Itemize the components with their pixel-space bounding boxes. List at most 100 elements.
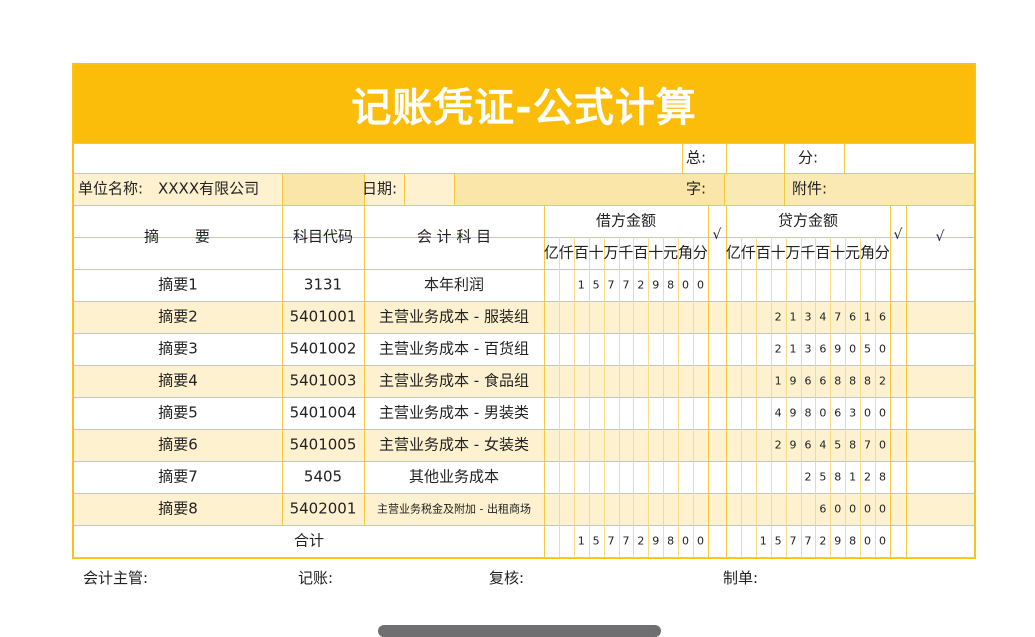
credit-digit: 6 — [819, 502, 827, 516]
credit-unit-label: 千 — [800, 243, 816, 262]
grid-line — [74, 143, 974, 144]
credit-digit: 4 — [819, 438, 827, 452]
zi-attach-cell — [724, 173, 974, 205]
credit-digit: 8 — [878, 470, 886, 484]
grid-line — [633, 237, 635, 557]
credit-digit: 0 — [849, 342, 857, 356]
grid-line — [74, 301, 974, 302]
header-credit-check: √ — [893, 227, 903, 243]
credit-digit: 8 — [849, 374, 857, 388]
credit-unit-label: 亿 — [725, 243, 741, 262]
credit-digit: 8 — [864, 374, 872, 388]
total-debit-digit: 1 — [577, 534, 585, 548]
grid-line — [784, 173, 785, 205]
credit-digit: 8 — [834, 470, 842, 484]
horizontal-scrollbar[interactable] — [378, 625, 661, 637]
grid-line — [708, 205, 709, 557]
credit-digit: 8 — [834, 374, 842, 388]
row-account-subject: 主营业务成本 - 服装组 — [379, 307, 529, 326]
credit-digit: 6 — [849, 310, 857, 324]
table-row — [74, 269, 974, 301]
credit-digit: 2 — [804, 470, 812, 484]
debit-digit: 1 — [577, 278, 585, 292]
row-summary: 摘要2 — [158, 307, 198, 326]
sign-prepared-by: 制单: — [723, 569, 759, 587]
grid-line — [800, 237, 802, 557]
signature-row: 会计主管: 记账: 复核: 制单: — [83, 567, 983, 587]
credit-unit-label: 元 — [845, 243, 861, 262]
debit-unit-label: 元 — [663, 243, 679, 262]
grid-line — [74, 397, 974, 398]
row-account-subject: 主营业务成本 - 男装类 — [379, 403, 529, 422]
total-label: 合计 — [293, 531, 325, 550]
credit-digit: 0 — [864, 502, 872, 516]
grid-line — [603, 237, 605, 557]
grid-line — [740, 237, 742, 557]
credit-digit: 6 — [804, 438, 812, 452]
grid-line — [784, 143, 785, 173]
credit-digit: 0 — [878, 502, 886, 516]
grid-line — [906, 205, 907, 557]
grid-line — [573, 237, 575, 557]
row-account-code: 5401003 — [289, 371, 357, 390]
row-account-subject: 本年利润 — [423, 275, 485, 294]
total-credit-digit: 9 — [834, 534, 842, 548]
debit-digit: 0 — [682, 278, 690, 292]
credit-digit: 9 — [789, 438, 797, 452]
credit-unit-label: 万 — [785, 243, 801, 262]
row-summary: 摘要5 — [158, 403, 198, 422]
header-debit-amount: 借方金额 — [595, 211, 657, 230]
credit-digit: 8 — [804, 406, 812, 420]
unit-value-cell[interactable] — [282, 173, 364, 205]
credit-digit: 0 — [878, 438, 886, 452]
credit-unit-label: 仟 — [740, 243, 756, 262]
date-label: 日期: — [362, 179, 398, 198]
zi-label: 字: — [686, 179, 707, 198]
header-summary: 摘 要 — [143, 227, 213, 246]
credit-digit: 7 — [864, 438, 872, 452]
credit-digit: 5 — [864, 342, 872, 356]
total-debit-digit: 2 — [637, 534, 645, 548]
grid-line — [693, 237, 694, 557]
credit-digit: 3 — [849, 406, 857, 420]
debit-unit-label: 亿 — [543, 243, 559, 262]
grid-line — [648, 237, 650, 557]
grid-line — [282, 205, 283, 557]
credit-digit: 8 — [849, 438, 857, 452]
credit-digit: 1 — [849, 470, 857, 484]
debit-unit-label: 十 — [588, 243, 604, 262]
debit-digit: 0 — [696, 278, 704, 292]
credit-unit-label: 分 — [874, 243, 890, 262]
grid-line — [830, 237, 832, 557]
debit-unit-label: 千 — [618, 243, 634, 262]
credit-digit: 0 — [849, 502, 857, 516]
grid-line — [454, 173, 455, 205]
grid-line — [74, 269, 974, 270]
total-credit-digit: 0 — [878, 534, 886, 548]
date-input-cell[interactable] — [454, 173, 724, 205]
row-summary: 摘要3 — [158, 339, 198, 358]
total-debit-digit: 7 — [607, 534, 615, 548]
credit-digit: 1 — [774, 374, 782, 388]
grid-line — [74, 461, 974, 462]
debit-unit-label: 仟 — [558, 243, 574, 262]
total-debit-digit: 9 — [652, 534, 660, 548]
credit-digit: 3 — [804, 310, 812, 324]
row-account-subject: 主营业务成本 - 百货组 — [379, 339, 529, 358]
credit-digit: 1 — [864, 310, 872, 324]
debit-digit: 2 — [637, 278, 645, 292]
header-account-code: 科目代码 — [292, 227, 354, 246]
total-credit-digit: 7 — [804, 534, 812, 548]
credit-digit: 6 — [878, 310, 886, 324]
row-account-subject: 主营业务税金及附加 - 出租商场 — [377, 502, 531, 516]
header-credit-amount: 贷方金额 — [777, 211, 839, 230]
grid-line — [364, 205, 365, 557]
credit-digit: 5 — [834, 438, 842, 452]
unit-name-value: XXXX有限公司 — [158, 179, 260, 198]
grid-line — [678, 237, 680, 557]
total-credit-digit: 1 — [759, 534, 767, 548]
grid-line — [74, 205, 974, 206]
credit-digit: 2 — [878, 374, 886, 388]
debit-digit: 7 — [607, 278, 615, 292]
grid-line — [663, 237, 665, 557]
